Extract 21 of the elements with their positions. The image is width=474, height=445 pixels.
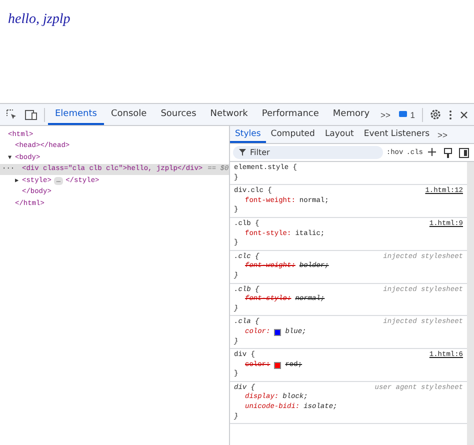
more-tabs-button[interactable]: >> [434,126,450,143]
styles-tab[interactable]: Computed [266,126,320,143]
panel-tab[interactable]: Memory [326,104,377,125]
panel-tab[interactable]: Elements [48,104,104,125]
filter-icon [239,149,246,156]
filter-placeholder: Filter [250,148,270,157]
page-text: hello, jzplp [8,12,70,27]
panel-tab[interactable]: Performance [254,104,326,125]
panel-tab[interactable]: Network [203,104,255,125]
color-swatch[interactable] [274,329,282,336]
scrollbar[interactable] [467,162,474,445]
styles-tab[interactable]: Layout [320,126,359,143]
panel-tab[interactable]: Console [104,104,154,125]
issues-button[interactable]: 1 [395,104,419,125]
styles-tab[interactable]: Styles [230,126,266,143]
message-icon [399,111,408,118]
filter-field[interactable]: Filter [233,146,384,159]
styles-tab[interactable]: Event Listeners [358,126,435,143]
panel-tab[interactable]: Sources [154,104,204,125]
color-swatch[interactable] [274,362,282,369]
more-tabs-button[interactable]: >> [376,104,394,125]
